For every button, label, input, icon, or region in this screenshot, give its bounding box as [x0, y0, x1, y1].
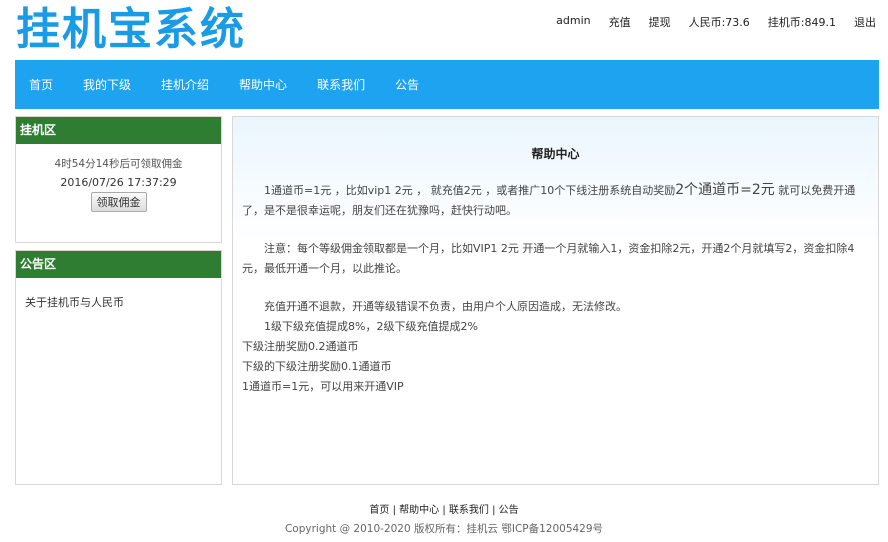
- footer-link-announcement[interactable]: 公告: [499, 505, 519, 516]
- help-line-register-reward: 下级注册奖励0.2通道币: [242, 340, 359, 353]
- nav-item-hang-intro[interactable]: 挂机介绍: [146, 76, 224, 93]
- footer-nav: 首页 | 帮助中心 | 联系我们 | 公告: [0, 501, 888, 516]
- rmb-balance: 人民币:73.6: [688, 16, 750, 29]
- notice-item[interactable]: 关于挂机币与人民币: [25, 294, 221, 310]
- footer-separator: |: [492, 505, 496, 516]
- highlight-reward: 2个通道币=2元: [675, 182, 775, 198]
- notice-panel: 公告区 关于挂机币与人民币: [15, 250, 222, 485]
- nav-item-help-center[interactable]: 帮助中心: [224, 76, 302, 93]
- help-paragraph-3: 充值开通不退款，开通等级错误不负责，由用户个人原因造成，无法修改。: [264, 300, 627, 313]
- site-logo: 挂机宝系统: [16, 4, 246, 55]
- help-line-exchange-rate: 1通道币=1元，可以用来开通VIP: [242, 380, 404, 393]
- main-nav: 首页 我的下级 挂机介绍 帮助中心 联系我们 公告: [15, 60, 879, 109]
- page-title: 帮助中心: [531, 147, 580, 161]
- copyright: Copyright @ 2010-2020 版权所有：挂机云 鄂ICP备1200…: [284, 523, 604, 535]
- help-line-commission: 1级下级充值提成8%，2级下级充值提成2%: [264, 320, 478, 333]
- footer-link-help[interactable]: 帮助中心: [399, 505, 439, 516]
- help-content-panel: 帮助中心 1通道币=1元 ，比如vip1 2元 ， 就充值2元 ，或者推广10个…: [232, 116, 879, 485]
- footer-link-contact[interactable]: 联系我们: [449, 505, 489, 516]
- claim-commission-button[interactable]: 领取佣金: [90, 192, 147, 212]
- nav-item-contact[interactable]: 联系我们: [302, 76, 380, 93]
- withdraw-link[interactable]: 提现: [649, 14, 671, 30]
- nav-item-home[interactable]: 首页: [15, 76, 68, 93]
- notice-panel-title: 公告区: [16, 251, 221, 278]
- logout-link[interactable]: 退出: [854, 14, 876, 30]
- footer-separator: |: [442, 505, 446, 516]
- recharge-link[interactable]: 充值: [609, 14, 631, 30]
- user-toolbar: admin 充值 提现 人民币:73.6 挂机币:849.1 退出: [556, 14, 876, 30]
- hang-panel: 挂机区 4时54分14秒后可领取佣金 2016/07/26 17:37:29 领…: [15, 116, 222, 243]
- current-datetime: 2016/07/26 17:37:29: [60, 176, 177, 189]
- help-paragraph-2: 注意：每个等级佣金领取都是一个月，比如VIP1 2元 开通一个月就输入1，资金扣…: [242, 242, 855, 275]
- hang-panel-title: 挂机区: [16, 117, 221, 144]
- footer-link-home[interactable]: 首页: [369, 505, 389, 516]
- help-paragraph-1: 1通道币=1元 ，比如vip1 2元 ， 就充值2元 ，或者推广10个下线注册系…: [242, 182, 856, 217]
- nav-item-announcement[interactable]: 公告: [380, 76, 434, 93]
- coin-balance: 挂机币:849.1: [767, 16, 836, 29]
- footer-separator: |: [392, 505, 396, 516]
- commission-countdown: 4时54分14秒后可领取佣金: [54, 158, 183, 170]
- help-line-second-level-reward: 下级的下级注册奖励0.1通道币: [242, 360, 392, 373]
- nav-item-my-downline[interactable]: 我的下级: [68, 76, 146, 93]
- username-link[interactable]: admin: [556, 14, 590, 30]
